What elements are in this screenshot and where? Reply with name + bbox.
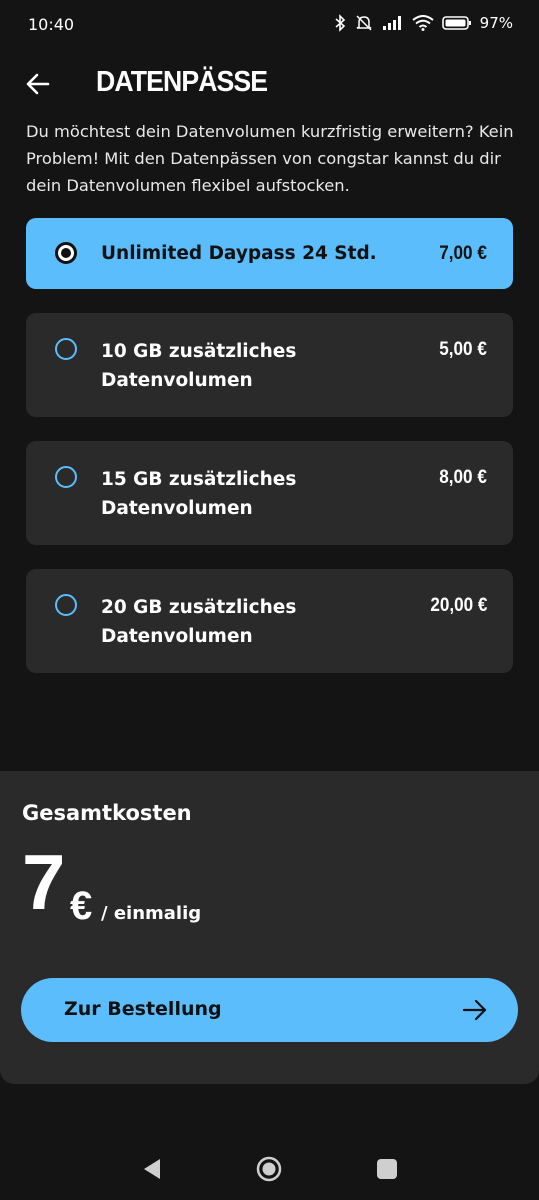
option-label: Unlimited Daypass 24 Std. (101, 243, 377, 264)
battery-percent: 97% (479, 14, 513, 32)
total-cost-title: Gesamtkosten (22, 801, 192, 825)
arrow-left-icon[interactable] (24, 70, 52, 98)
nav-recents-icon[interactable] (377, 1159, 397, 1179)
radio-selected[interactable] (55, 242, 77, 264)
data-pass-options: Unlimited Daypass 24 Std. 7,00 € 10 GB z… (26, 218, 513, 697)
status-icons: 97% (334, 14, 513, 32)
battery-icon (441, 16, 471, 30)
total-period: / einmalig (101, 903, 202, 924)
option-price: 20,00 € (429, 595, 487, 616)
option-label: 10 GB zusätzliches Datenvolumen (101, 341, 297, 391)
page-title: DATENPÄSSE (96, 66, 268, 98)
status-bar: 10:40 97% (0, 0, 539, 50)
signal-icon (382, 16, 401, 30)
nav-home-icon[interactable] (256, 1156, 282, 1182)
option-10gb[interactable]: 10 GB zusätzliches Datenvolumen 5,00 € (26, 313, 513, 417)
radio-unselected[interactable] (55, 594, 77, 616)
option-price: 7,00 € (439, 243, 487, 264)
header: DATENPÄSSE (0, 60, 539, 108)
order-button[interactable]: Zur Bestellung (21, 978, 518, 1042)
system-navigation-bar (0, 1140, 539, 1200)
arrow-right-icon (462, 999, 487, 1021)
bluetooth-icon (335, 14, 345, 32)
option-price: 5,00 € (439, 339, 487, 360)
mute-icon (356, 15, 372, 31)
option-label: 20 GB zusätzliches Datenvolumen (101, 597, 297, 647)
option-20gb[interactable]: 20 GB zusätzliches Datenvolumen 20,00 € (26, 569, 513, 673)
option-label: 15 GB zusätzliches Datenvolumen (101, 469, 297, 519)
status-time: 10:40 (28, 15, 75, 34)
option-price: 8,00 € (439, 467, 487, 488)
option-15gb[interactable]: 15 GB zusätzliches Datenvolumen 8,00 € (26, 441, 513, 545)
nav-back-icon[interactable] (143, 1158, 161, 1180)
order-button-label: Zur Bestellung (64, 998, 222, 1020)
option-unlimited-daypass[interactable]: Unlimited Daypass 24 Std. 7,00 € (26, 218, 513, 289)
radio-unselected[interactable] (55, 338, 77, 360)
total-currency: € (70, 884, 93, 928)
intro-text: Du möchtest dein Datenvolumen kurzfristi… (26, 122, 514, 195)
radio-unselected[interactable] (55, 466, 77, 488)
total-amount: 7 (22, 838, 66, 926)
total-cost-panel: Gesamtkosten 7 € / einmalig Zur Bestellu… (0, 771, 539, 1084)
wifi-icon (412, 15, 434, 31)
